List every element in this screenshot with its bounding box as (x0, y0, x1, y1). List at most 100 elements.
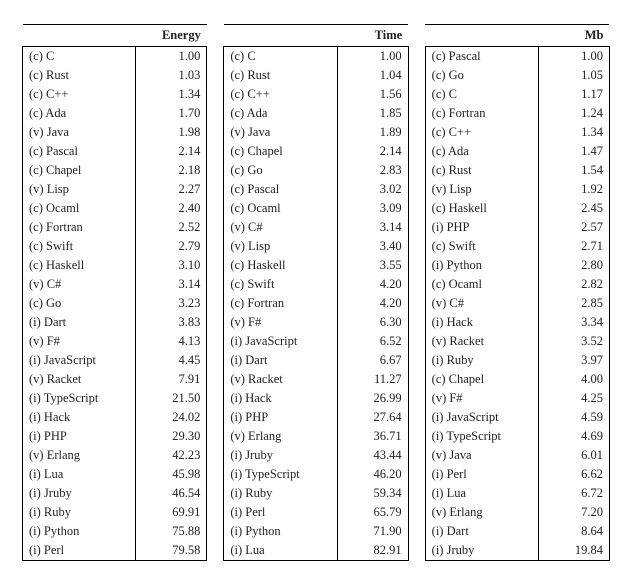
value-cell: 3.02 (337, 180, 408, 199)
language-cell: (c) Go (224, 161, 337, 180)
language-cell: (c) Fortran (224, 294, 337, 313)
table-row: (v) Erlang36.71 (224, 427, 408, 446)
language-cell: (i) Lua (23, 465, 136, 484)
value-cell: 2.45 (538, 199, 609, 218)
language-cell: (c) Swift (23, 237, 136, 256)
table-row: (c) Haskell3.10 (23, 256, 207, 275)
value-cell: 2.14 (337, 142, 408, 161)
value-cell: 3.97 (538, 351, 609, 370)
language-cell: (c) Pascal (224, 180, 337, 199)
table-row: (c) C++1.34 (23, 85, 207, 104)
value-cell: 1.00 (136, 47, 207, 67)
table-row: (c) Chapel4.00 (425, 370, 609, 389)
table-row: (c) C++1.34 (425, 123, 609, 142)
value-cell: 42.23 (136, 446, 207, 465)
value-cell: 1.34 (136, 85, 207, 104)
table-row: (v) Erlang7.20 (425, 503, 609, 522)
table-row: (c) Chapel2.14 (224, 142, 408, 161)
table-row: (v) F#6.30 (224, 313, 408, 332)
table-row: (i) Dart3.83 (23, 313, 207, 332)
table-row: (v) Lisp1.92 (425, 180, 609, 199)
table-row: (v) C#3.14 (224, 218, 408, 237)
language-cell: (c) Fortran (23, 218, 136, 237)
value-cell: 1.98 (136, 123, 207, 142)
table-row: (v) Racket7.91 (23, 370, 207, 389)
language-cell: (i) TypeScript (224, 465, 337, 484)
value-cell: 3.14 (337, 218, 408, 237)
language-cell: (c) Go (425, 66, 538, 85)
language-cell: (i) JavaScript (425, 408, 538, 427)
language-cell: (i) JavaScript (23, 351, 136, 370)
language-cell: (i) Perl (224, 503, 337, 522)
value-cell: 6.01 (538, 446, 609, 465)
language-cell: (c) Rust (224, 66, 337, 85)
table-row: (c) Pascal2.14 (23, 142, 207, 161)
table-row: (i) Lua82.91 (224, 541, 408, 561)
language-cell: (c) Pascal (425, 47, 538, 67)
value-cell: 4.45 (136, 351, 207, 370)
table-row: (c) Haskell2.45 (425, 199, 609, 218)
table-header-row: Time (224, 25, 408, 47)
value-cell: 43.44 (337, 446, 408, 465)
table-row: (i) Jruby19.84 (425, 541, 609, 561)
value-cell: 79.58 (136, 541, 207, 561)
language-cell: (c) Ada (23, 104, 136, 123)
value-cell: 19.84 (538, 541, 609, 561)
table-row: (v) Lisp2.27 (23, 180, 207, 199)
language-cell: (v) F# (224, 313, 337, 332)
value-cell: 1.92 (538, 180, 609, 199)
language-cell: (c) Ada (224, 104, 337, 123)
language-cell: (v) C# (425, 294, 538, 313)
value-cell: 1.03 (136, 66, 207, 85)
value-cell: 46.54 (136, 484, 207, 503)
value-cell: 1.05 (538, 66, 609, 85)
value-cell: 1.34 (538, 123, 609, 142)
value-cell: 29.30 (136, 427, 207, 446)
value-cell: 4.25 (538, 389, 609, 408)
table-row: (c) Ocaml2.40 (23, 199, 207, 218)
table-row: (i) Ruby69.91 (23, 503, 207, 522)
language-cell: (c) Haskell (224, 256, 337, 275)
language-cell: (c) Fortran (425, 104, 538, 123)
value-cell: 1.54 (538, 161, 609, 180)
value-cell: 82.91 (337, 541, 408, 561)
language-cell: (v) F# (425, 389, 538, 408)
value-cell: 4.20 (337, 294, 408, 313)
table-row: (c) C++1.56 (224, 85, 408, 104)
value-cell: 3.09 (337, 199, 408, 218)
language-cell: (v) F# (23, 332, 136, 351)
language-cell: (v) Lisp (23, 180, 136, 199)
table-row: (i) Hack26.99 (224, 389, 408, 408)
value-cell: 46.20 (337, 465, 408, 484)
language-cell: (v) Erlang (425, 503, 538, 522)
value-cell: 4.69 (538, 427, 609, 446)
language-cell: (c) Haskell (23, 256, 136, 275)
table-row: (v) Java6.01 (425, 446, 609, 465)
value-cell: 45.98 (136, 465, 207, 484)
value-cell: 2.71 (538, 237, 609, 256)
value-cell: 2.82 (538, 275, 609, 294)
language-cell: (i) Jruby (224, 446, 337, 465)
table-row: (v) C#3.14 (23, 275, 207, 294)
table-row: (c) Go2.83 (224, 161, 408, 180)
column-header-empty (23, 25, 136, 47)
language-cell: (c) Rust (23, 66, 136, 85)
table-row: (c) Go1.05 (425, 66, 609, 85)
table-row: (i) Hack3.34 (425, 313, 609, 332)
value-cell: 4.13 (136, 332, 207, 351)
table-row: (c) Ada1.85 (224, 104, 408, 123)
language-cell: (c) Ocaml (425, 275, 538, 294)
value-cell: 6.67 (337, 351, 408, 370)
value-cell: 8.64 (538, 522, 609, 541)
value-cell: 4.20 (337, 275, 408, 294)
language-cell: (i) Ruby (224, 484, 337, 503)
table-row: (c) Fortran4.20 (224, 294, 408, 313)
table-row: (i) TypeScript21.50 (23, 389, 207, 408)
table-row: (c) C1.00 (224, 47, 408, 67)
table-row: (i) Dart6.67 (224, 351, 408, 370)
language-cell: (c) Chapel (224, 142, 337, 161)
language-cell: (i) Hack (23, 408, 136, 427)
language-cell: (i) PHP (224, 408, 337, 427)
table-row: (c) Fortran1.24 (425, 104, 609, 123)
table-row: (i) Lua6.72 (425, 484, 609, 503)
